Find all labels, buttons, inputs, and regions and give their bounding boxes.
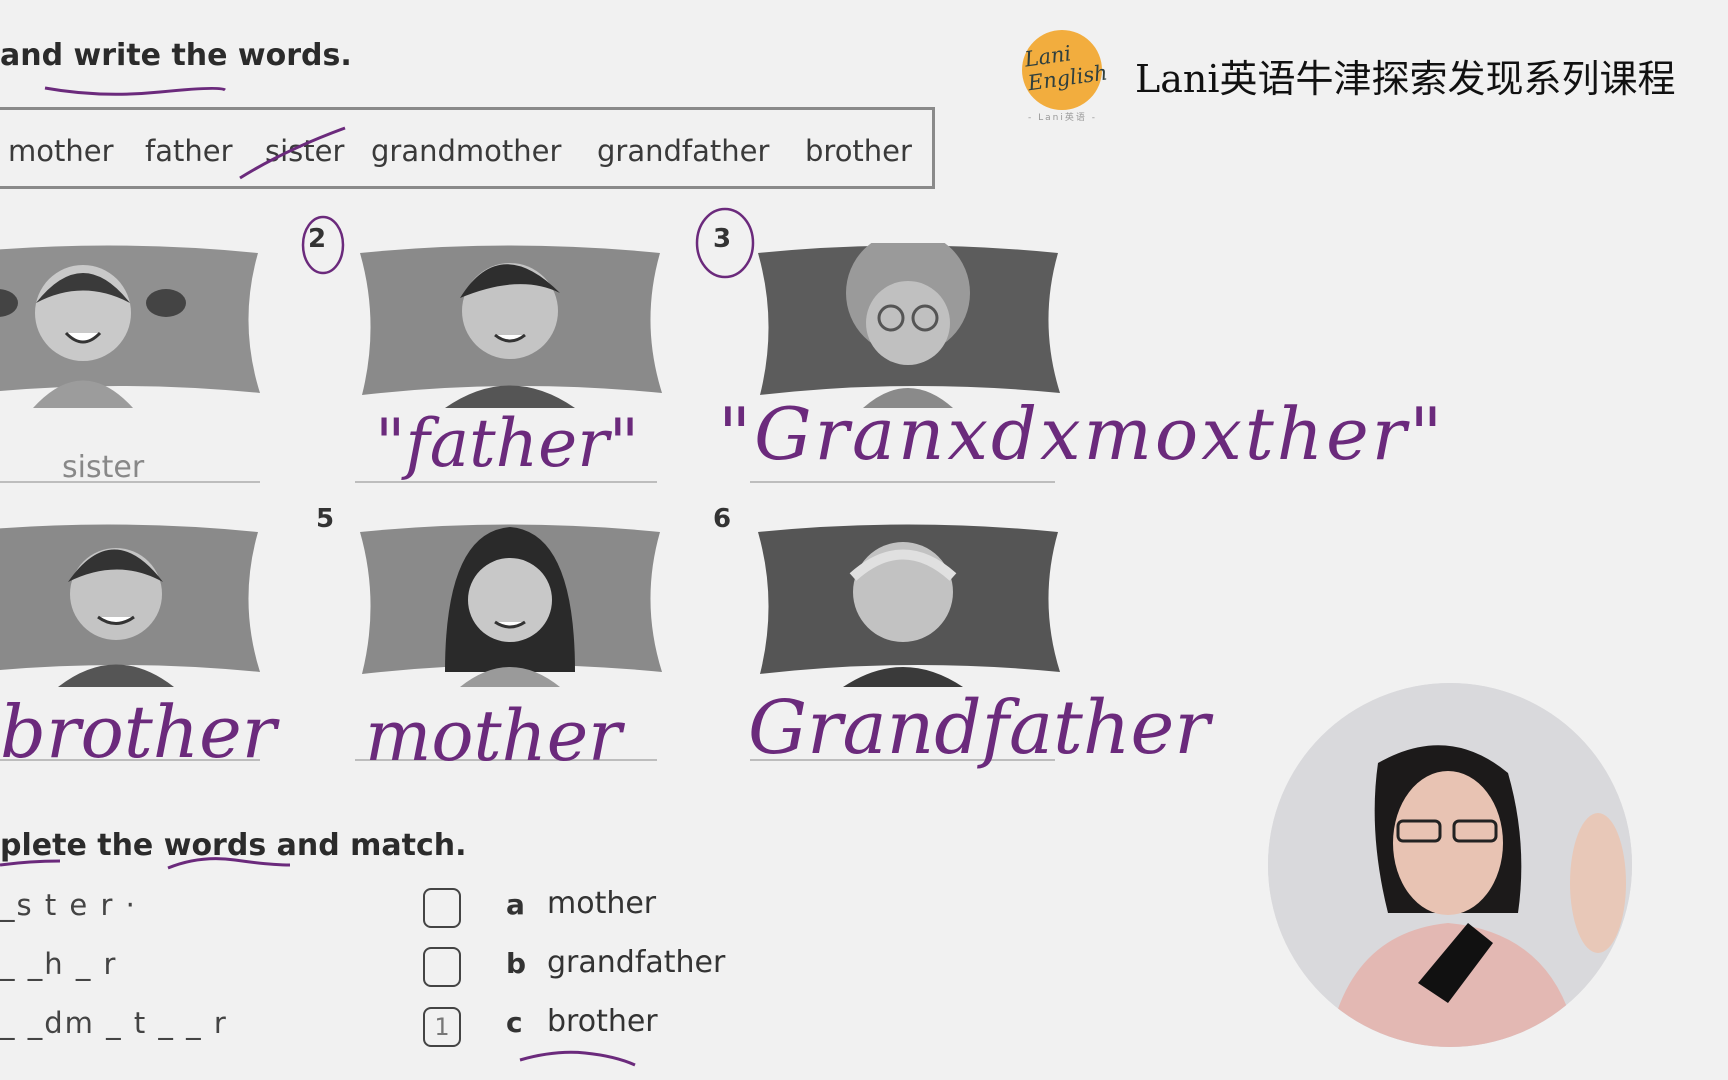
- picture-grandmother: [758, 243, 1060, 408]
- option-letter: b: [506, 947, 527, 980]
- handwritten-answer: "father": [375, 405, 640, 482]
- bank-word: father: [145, 134, 233, 168]
- handwritten-answer: mother: [365, 695, 622, 777]
- presenter-video: [1268, 683, 1632, 1047]
- strike-through-mark: [239, 126, 346, 180]
- ink-underline: [519, 1050, 636, 1067]
- option-word: mother: [547, 886, 657, 921]
- handwritten-answer: brother: [0, 690, 277, 774]
- bank-word: grandmother: [371, 134, 562, 168]
- match-box[interactable]: [423, 888, 461, 928]
- option-letter: a: [506, 888, 525, 921]
- option-letter: c: [506, 1006, 523, 1039]
- option-word: grandfather: [547, 945, 726, 980]
- item-number: 6: [713, 504, 732, 534]
- course-title: Lani英语牛津探索发现系列课程: [1135, 57, 1676, 101]
- item-number: 5: [316, 504, 335, 534]
- word-puzzle: _ _h _ r: [0, 947, 118, 981]
- bank-word: mother: [8, 134, 114, 168]
- ink-underline: [44, 86, 226, 96]
- word-puzzle: _ _dm _ t _ _ r: [0, 1006, 228, 1040]
- bank-word: brother: [805, 134, 912, 168]
- printed-answer: sister: [62, 450, 145, 485]
- picture-father: [360, 245, 662, 408]
- picture-girl: [0, 245, 260, 408]
- instruction-heading: and write the words.: [0, 38, 352, 73]
- match-box[interactable]: 1: [423, 1007, 461, 1047]
- picture-boy: [0, 524, 260, 687]
- presenter-webcam: [1268, 683, 1632, 1047]
- picture-grandfather: [758, 524, 1060, 687]
- logo-subtitle: - Lani英语 -: [1028, 113, 1097, 123]
- word-bank: mother father sister grandmother grandfa…: [0, 107, 935, 189]
- option-word: brother: [547, 1004, 658, 1039]
- handwritten-answer: "Granxdxmoxther": [718, 392, 1446, 476]
- word-puzzle: _s t e r ·: [0, 888, 137, 922]
- bank-word: grandfather: [597, 134, 770, 168]
- match-box[interactable]: [423, 947, 461, 987]
- picture-mother: [360, 524, 662, 687]
- logo-text: Lani English: [1023, 41, 1109, 96]
- handwritten-answer: Grandfather: [748, 685, 1210, 771]
- lani-english-logo: Lani English: [1022, 30, 1109, 110]
- answer-line: [750, 481, 1055, 483]
- ink-circle: [301, 215, 345, 275]
- ink-underline: [0, 857, 291, 870]
